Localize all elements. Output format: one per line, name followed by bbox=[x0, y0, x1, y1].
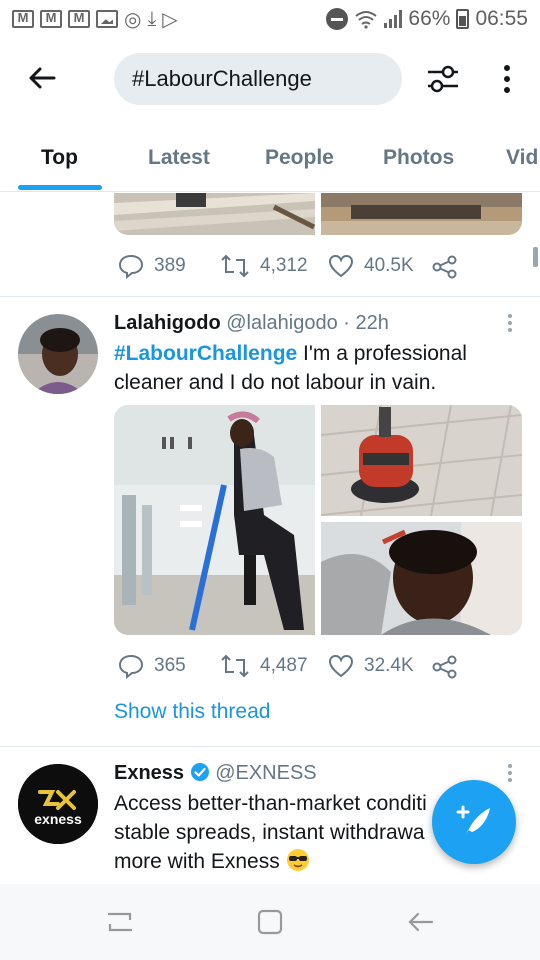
do-not-disturb-icon bbox=[326, 8, 349, 30]
retweet-icon bbox=[221, 254, 249, 278]
previous-tweet-image-left[interactable] bbox=[114, 193, 315, 235]
reply-button[interactable]: 365 bbox=[118, 653, 186, 679]
home-button-icon[interactable] bbox=[252, 904, 288, 940]
signal-icon bbox=[384, 10, 403, 28]
search-header: #LabourChallenge bbox=[0, 38, 540, 120]
gmail-icon bbox=[12, 10, 34, 28]
notification-icons: ◎ ⤓ ▷ bbox=[12, 7, 178, 32]
tweet-photo-1[interactable] bbox=[114, 405, 315, 635]
retweet-count: 4,312 bbox=[260, 255, 308, 276]
share-icon[interactable] bbox=[432, 655, 458, 679]
status-bar: ◎ ⤓ ▷ 66% 06:55 bbox=[0, 0, 540, 38]
wifi-icon bbox=[355, 11, 378, 29]
search-filter-icon[interactable] bbox=[424, 60, 462, 98]
retweet-icon bbox=[221, 654, 249, 678]
promoted-text-line-2: stable spreads, instant withdrawa bbox=[114, 821, 425, 844]
download-icon: ⤓ bbox=[147, 7, 157, 30]
compose-tweet-button[interactable] bbox=[432, 780, 516, 864]
tweet-divider bbox=[0, 296, 540, 297]
promoted-text-line-1: Access better-than-market conditi bbox=[114, 792, 427, 815]
like-count: 40.5K bbox=[364, 255, 414, 276]
search-tabs: Top Latest People Photos Vid bbox=[0, 120, 540, 192]
system-navigation-bar bbox=[0, 884, 540, 960]
search-input[interactable]: #LabourChallenge bbox=[114, 53, 402, 105]
tab-photos[interactable]: Photos bbox=[383, 120, 454, 192]
recent-apps-icon[interactable] bbox=[102, 904, 138, 940]
author-name[interactable]: Lalahigodo bbox=[114, 312, 221, 334]
sunglasses-emoji-icon bbox=[286, 849, 309, 871]
clock: 06:55 bbox=[475, 7, 528, 30]
verified-badge-icon bbox=[190, 763, 209, 781]
share-icon[interactable] bbox=[432, 255, 458, 279]
like-button[interactable]: 40.5K bbox=[328, 253, 414, 279]
reply-icon bbox=[118, 654, 144, 679]
play-store-icon: ▷ bbox=[162, 8, 178, 31]
show-thread-link[interactable]: Show this thread bbox=[114, 700, 270, 724]
promoted-text-line-3: more with Exness bbox=[114, 850, 280, 873]
previous-tweet-image-right[interactable] bbox=[321, 193, 522, 235]
system-indicators: 66% 06:55 bbox=[326, 7, 528, 31]
reply-count: 389 bbox=[154, 255, 186, 276]
author-handle[interactable]: @EXNESS bbox=[215, 762, 316, 784]
battery-percent: 66% bbox=[408, 7, 451, 30]
heart-icon bbox=[328, 654, 354, 678]
tweet-text: #LabourChallenge I'm a professional clea… bbox=[114, 339, 514, 397]
tweet-menu-icon[interactable] bbox=[508, 764, 514, 786]
reply-button[interactable]: 389 bbox=[118, 253, 186, 279]
reply-count: 365 bbox=[154, 655, 186, 676]
active-tab-indicator bbox=[18, 185, 102, 190]
tab-latest[interactable]: Latest bbox=[148, 120, 210, 192]
tweet-header: Exness @EXNESS bbox=[114, 762, 317, 785]
tweet-divider bbox=[0, 746, 540, 747]
retweet-button[interactable]: 4,312 bbox=[220, 253, 308, 279]
gallery-icon bbox=[96, 10, 118, 28]
tweet-photo-3[interactable] bbox=[321, 522, 522, 635]
author-name[interactable]: Exness bbox=[114, 762, 184, 784]
retweet-button[interactable]: 4,487 bbox=[220, 653, 308, 679]
gmail-icon bbox=[40, 10, 62, 28]
compose-quill-icon bbox=[456, 805, 490, 836]
gmail-icon bbox=[68, 10, 90, 28]
time-separator: · bbox=[337, 312, 356, 334]
back-button-icon[interactable] bbox=[402, 904, 438, 940]
tweet-time: 22h bbox=[355, 312, 389, 334]
chrome-icon: ◎ bbox=[124, 8, 142, 31]
tab-top[interactable]: Top bbox=[41, 120, 78, 192]
tweet-photo-2[interactable] bbox=[321, 405, 522, 516]
overflow-menu-icon[interactable] bbox=[496, 60, 518, 98]
promoted-tweet-text: Access better-than-market conditi stable… bbox=[114, 789, 444, 876]
tweet-text-line-2: cleaner and I do not labour in vain. bbox=[114, 371, 437, 394]
tab-videos[interactable]: Vid bbox=[506, 120, 538, 192]
back-arrow-icon[interactable] bbox=[26, 62, 58, 94]
tweet-header: Lalahigodo @lalahigodo · 22h bbox=[114, 312, 389, 335]
reply-icon bbox=[118, 254, 144, 279]
author-handle[interactable]: @lalahigodo bbox=[226, 312, 338, 334]
tweet-text-line-1: I'm a professional bbox=[297, 342, 467, 365]
battery-icon bbox=[456, 9, 470, 29]
avatar-brand-text: exness bbox=[34, 811, 82, 827]
avatar[interactable]: exness bbox=[18, 764, 98, 844]
tweet-menu-icon[interactable] bbox=[508, 314, 514, 336]
hashtag-link[interactable]: #LabourChallenge bbox=[114, 342, 297, 365]
like-count: 32.4K bbox=[364, 655, 414, 676]
like-button[interactable]: 32.4K bbox=[328, 653, 414, 679]
retweet-count: 4,487 bbox=[260, 655, 308, 676]
avatar[interactable] bbox=[18, 314, 98, 394]
heart-icon bbox=[328, 254, 354, 278]
scrollbar-thumb[interactable] bbox=[533, 247, 538, 267]
tab-people[interactable]: People bbox=[265, 120, 334, 192]
